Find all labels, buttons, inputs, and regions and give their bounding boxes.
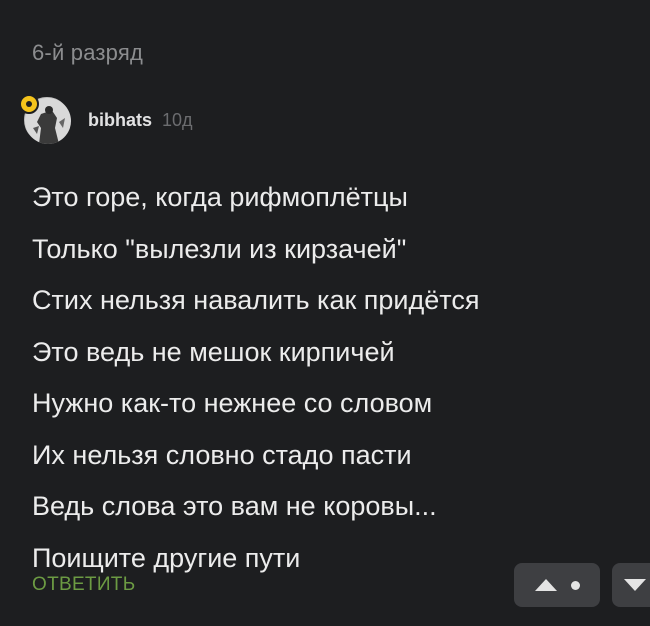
comment-line: Ведь слова это вам не коровы... [32, 491, 437, 521]
comment-line: Это горе, когда рифмоплётцы [32, 182, 408, 212]
comment-line: Стих нельзя навалить как придётся [32, 285, 480, 315]
arrow-down-icon [624, 579, 646, 591]
comment-body: Это горе, когда рифмоплётцы Только "выле… [32, 172, 632, 584]
avatar[interactable] [19, 94, 71, 144]
user-badge-icon [19, 94, 39, 114]
comment-line: Это ведь не мешок кирпичей [32, 336, 395, 367]
comment-timestamp: 10д [162, 109, 193, 130]
comment-line: Их нельзя словно стадо пасти [32, 439, 412, 470]
comment-line: Нужно как-то нежнее со словом [32, 388, 433, 418]
upvote-button[interactable] [514, 563, 600, 607]
comment-username[interactable]: bibhats [88, 110, 152, 131]
rating-dot-icon [570, 580, 580, 590]
downvote-button[interactable] [612, 563, 650, 607]
thread-title: 6-й разряд [32, 40, 144, 65]
comment-header: bibhats 10д [19, 94, 193, 144]
arrow-up-icon [534, 579, 557, 591]
comment-line: Только "вылезли из кирзачей" [32, 233, 407, 264]
reply-button[interactable]: ОТВЕТИТЬ [32, 574, 135, 596]
